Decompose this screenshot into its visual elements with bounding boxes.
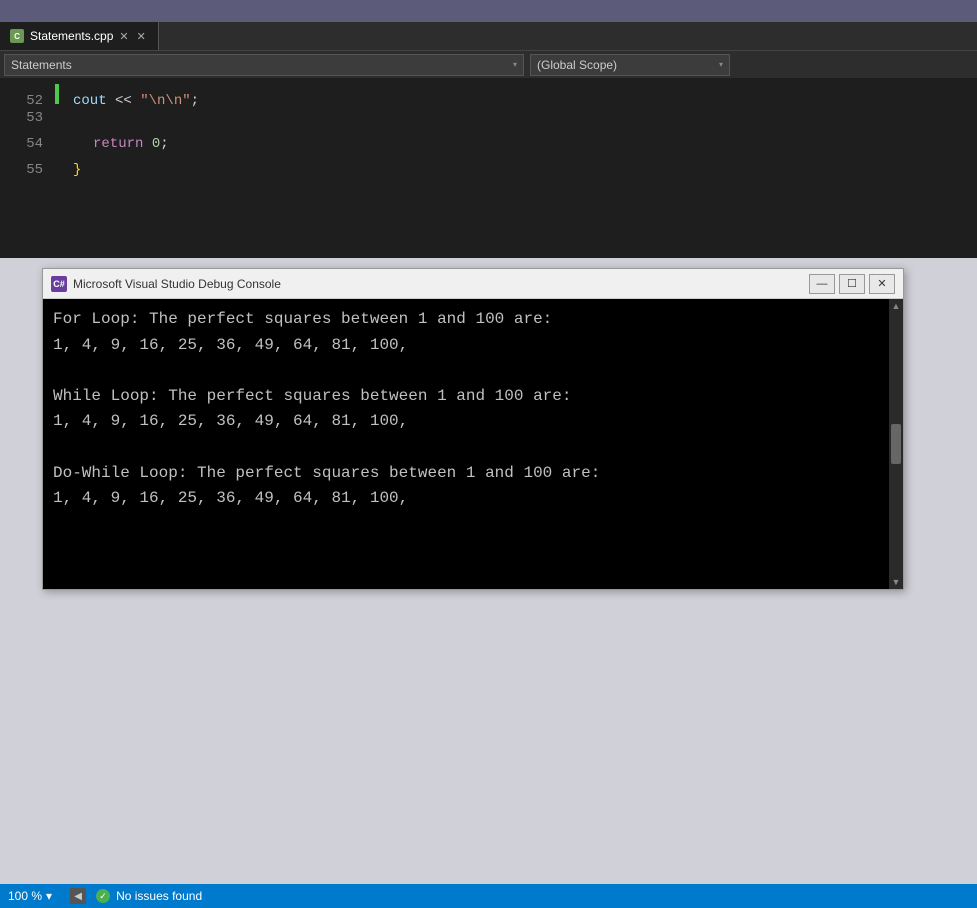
tab-pin-icon: ✕ — [119, 30, 128, 43]
code-token: cout — [73, 93, 107, 109]
code-token: ; — [191, 93, 199, 109]
scope-label-right: (Global Scope) — [537, 58, 617, 72]
code-content-55: } — [69, 162, 81, 178]
tab-bar: C Statements.cpp ✕ ✕ — [0, 22, 977, 50]
minimize-button[interactable]: — — [809, 274, 835, 294]
issues-label: No issues found — [116, 889, 202, 903]
scroll-left-button[interactable]: ◀ — [70, 888, 86, 904]
scope-dropdown-right[interactable]: (Global Scope) ▾ — [530, 54, 730, 76]
code-editor[interactable]: 52 cout << "\n\n"; 53 54 return 0; 55 } — [0, 78, 977, 258]
code-token: "\n\n" — [140, 93, 190, 109]
editor-container: 52 cout << "\n\n"; 53 54 return 0; 55 } — [0, 78, 977, 258]
restore-button[interactable]: ☐ — [839, 274, 865, 294]
chevron-down-icon-right: ▾ — [719, 60, 723, 69]
scroll-thumb[interactable] — [891, 424, 901, 464]
code-line-55: 55 } — [0, 162, 977, 188]
console-output: For Loop: The perfect squares between 1 … — [53, 307, 893, 512]
zoom-level: 100 % — [8, 889, 42, 903]
vs-icon-label: C# — [53, 279, 65, 289]
console-title-bar: C# Microsoft Visual Studio Debug Console… — [43, 269, 903, 299]
scope-dropdown-left[interactable]: Statements ▾ — [4, 54, 524, 76]
code-token: 0 — [152, 136, 160, 152]
code-token-return: return — [93, 136, 143, 152]
console-window[interactable]: C# Microsoft Visual Studio Debug Console… — [42, 268, 904, 590]
cpp-file-icon: C — [10, 29, 24, 43]
console-title-text: Microsoft Visual Studio Debug Console — [73, 277, 803, 291]
console-line-5: 1, 4, 9, 16, 25, 36, 49, 64, 81, 100, — [53, 412, 408, 430]
console-line-8: 1, 4, 9, 16, 25, 36, 49, 64, 81, 100, — [53, 489, 408, 507]
tab-statements-cpp[interactable]: C Statements.cpp ✕ ✕ — [0, 22, 159, 50]
line-number-52: 52 — [0, 93, 55, 109]
zoom-control: 100 % ▾ — [8, 889, 52, 903]
scroll-up-arrow[interactable]: ▲ — [889, 301, 903, 311]
console-line-7: Do-While Loop: The perfect squares betwe… — [53, 464, 600, 482]
code-line-53: 53 — [0, 110, 977, 136]
code-token: ; — [160, 136, 168, 152]
code-token: << — [107, 93, 141, 109]
vs-icon: C# — [51, 276, 67, 292]
console-scrollbar[interactable]: ▲ ▼ — [889, 299, 903, 589]
window-controls: — ☐ ✕ — [809, 274, 895, 294]
line-number-53: 53 — [0, 110, 55, 126]
line-number-54: 54 — [0, 136, 55, 152]
code-line-52: 52 cout << "\n\n"; — [0, 84, 977, 110]
scope-label-left: Statements — [11, 58, 72, 72]
console-body: For Loop: The perfect squares between 1 … — [43, 299, 903, 589]
line-change-indicator — [55, 84, 59, 104]
status-issues: ✓ No issues found — [96, 889, 202, 903]
title-bar — [0, 0, 977, 22]
code-line-54: 54 return 0; — [0, 136, 977, 162]
no-issues-icon: ✓ — [96, 889, 110, 903]
tab-close-button[interactable]: ✕ — [135, 30, 148, 43]
nav-bar: Statements ▾ (Global Scope) ▾ — [0, 50, 977, 78]
code-token-brace: } — [73, 162, 81, 178]
code-content-54: return 0; — [69, 136, 169, 152]
console-line-4: While Loop: The perfect squares between … — [53, 387, 571, 405]
zoom-dropdown-arrow[interactable]: ▾ — [46, 889, 52, 903]
console-line-1: For Loop: The perfect squares between 1 … — [53, 310, 552, 328]
tab-label: Statements.cpp — [30, 29, 113, 43]
scroll-down-arrow[interactable]: ▼ — [889, 577, 903, 587]
close-button[interactable]: ✕ — [869, 274, 895, 294]
line-number-55: 55 — [0, 162, 55, 178]
code-content-52: cout << "\n\n"; — [69, 93, 199, 109]
status-bar: 100 % ▾ ◀ ✓ No issues found — [0, 884, 977, 908]
chevron-down-icon: ▾ — [513, 60, 517, 69]
code-token — [143, 136, 151, 152]
console-line-2: 1, 4, 9, 16, 25, 36, 49, 64, 81, 100, — [53, 336, 408, 354]
